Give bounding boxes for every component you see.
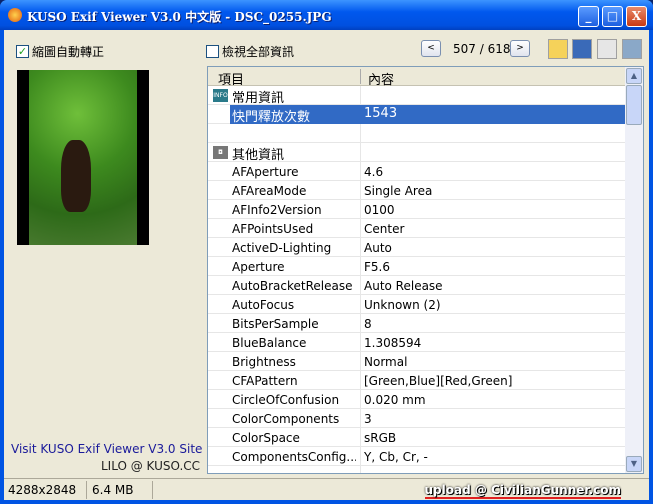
app-icon <box>8 8 22 22</box>
table-row[interactable]: CFAPattern [Green,Blue][Red,Green] <box>208 371 626 390</box>
row-key: ColorComponents <box>232 412 340 426</box>
table-row[interactable]: AutoFocus Unknown (2) <box>208 295 626 314</box>
search-icon[interactable] <box>597 39 617 59</box>
row-value: Auto <box>364 241 392 255</box>
scroll-up-button[interactable]: ▲ <box>626 68 642 84</box>
row-key: Brightness <box>232 355 296 369</box>
row-value: 3 <box>364 412 372 426</box>
close-button[interactable]: X <box>626 6 647 27</box>
watermark: upload @ CivilianGunner.com <box>424 483 621 499</box>
prev-button[interactable]: < <box>421 40 441 57</box>
row-value: 8 <box>364 317 372 331</box>
table-row[interactable]: AFAreaMode Single Area <box>208 181 626 200</box>
row-key: BlueBalance <box>232 336 307 350</box>
table-row[interactable]: BitsPerSample 8 <box>208 314 626 333</box>
site-link[interactable]: Visit KUSO Exif Viewer V3.0 Site <box>11 442 202 456</box>
auto-rotate-label: 縮圖自動轉正 <box>32 45 105 59</box>
row-key: CFAPattern <box>232 374 298 388</box>
row-value: [Green,Blue][Red,Green] <box>364 374 513 388</box>
file-size: 6.4 MB <box>92 483 134 497</box>
maximize-button[interactable]: □ <box>602 6 623 27</box>
table-row-blank <box>208 124 626 143</box>
group-row-common[interactable]: INFO 常用資訊 <box>208 86 626 106</box>
row-value: Auto Release <box>364 279 443 293</box>
row-key: AFPointsUsed <box>232 222 314 236</box>
row-value: Center <box>364 222 405 236</box>
auto-rotate-checkbox[interactable]: ✓ 縮圖自動轉正 <box>16 43 104 60</box>
title-bar[interactable]: KUSO Exif Viewer V3.0 中文版 - DSC_0255.JPG… <box>0 0 653 30</box>
table-row-partial <box>208 466 626 473</box>
scroll-down-button[interactable]: ▼ <box>626 456 642 472</box>
row-key: ActiveD-Lighting <box>232 241 332 255</box>
table-row[interactable]: ColorSpace sRGB <box>208 428 626 447</box>
row-value: 4.6 <box>364 165 384 179</box>
row-key: Aperture <box>232 260 285 274</box>
group-row-other[interactable]: ◘ 其他資訊 <box>208 143 626 163</box>
row-value: Normal <box>364 355 408 369</box>
row-key: AFInfo2Version <box>232 203 322 217</box>
table-row[interactable]: BlueBalance 1.308594 <box>208 333 626 352</box>
table-row-selected[interactable]: 快門釋放次數 1543 <box>208 105 626 125</box>
show-all-label: 檢視全部資訊 <box>222 45 295 59</box>
save-icon[interactable] <box>572 39 592 59</box>
scroll-thumb[interactable] <box>626 85 642 125</box>
table-row[interactable]: AFAperture 4.6 <box>208 162 626 181</box>
table-row[interactable]: Aperture F5.6 <box>208 257 626 276</box>
row-value: Unknown (2) <box>364 298 441 312</box>
table-row[interactable]: ComponentsConfig... Y, Cb, Cr, - <box>208 447 626 466</box>
row-value: sRGB <box>364 431 397 445</box>
row-key: CircleOfConfusion <box>232 393 340 407</box>
app-window: KUSO Exif Viewer V3.0 中文版 - DSC_0255.JPG… <box>0 0 653 504</box>
info-icon: INFO <box>213 89 228 102</box>
table-row[interactable]: AFInfo2Version 0100 <box>208 200 626 219</box>
row-key: AFAperture <box>232 165 299 179</box>
table-row[interactable]: CircleOfConfusion 0.020 mm <box>208 390 626 409</box>
next-button[interactable]: > <box>510 40 530 57</box>
credit-text: LILO @ KUSO.CC <box>101 459 201 473</box>
row-value: 1.308594 <box>364 336 422 350</box>
row-value: Single Area <box>364 184 433 198</box>
row-value: 0100 <box>364 203 395 217</box>
show-all-checkbox[interactable]: 檢視全部資訊 <box>206 43 294 60</box>
window-title: KUSO Exif Viewer V3.0 中文版 - DSC_0255.JPG <box>27 10 332 24</box>
table-row[interactable]: ColorComponents 3 <box>208 409 626 428</box>
vertical-scrollbar[interactable]: ▲ ▼ <box>625 67 643 473</box>
row-value: F5.6 <box>364 260 390 274</box>
row-key: AutoFocus <box>232 298 295 312</box>
row-key: AutoBracketRelease <box>232 279 353 293</box>
row-key: BitsPerSample <box>232 317 319 331</box>
checkbox-unchecked-icon <box>206 45 219 58</box>
table-header: 項目 內容 <box>208 67 626 88</box>
table-row[interactable]: Brightness Normal <box>208 352 626 371</box>
row-key: AFAreaMode <box>232 184 307 198</box>
thumbnail-image <box>17 70 149 245</box>
minimize-button[interactable]: _ <box>578 6 599 27</box>
image-dimensions: 4288x2848 <box>8 483 77 497</box>
table-row[interactable]: AFPointsUsed Center <box>208 219 626 238</box>
client-area: ✓ 縮圖自動轉正 Visit KUSO Exif Viewer V3.0 Sit… <box>4 30 649 500</box>
row-key: ColorSpace <box>232 431 300 445</box>
settings-icon[interactable] <box>622 39 642 59</box>
row-value: 0.020 mm <box>364 393 426 407</box>
page-counter: 507 / 618 <box>453 42 511 56</box>
status-bar: 4288x2848 6.4 MB upload @ CivilianGunner… <box>4 478 649 500</box>
row-value: Y, Cb, Cr, - <box>364 450 428 464</box>
table-row[interactable]: AutoBracketRelease Auto Release <box>208 276 626 295</box>
open-folder-icon[interactable] <box>548 39 568 59</box>
table-row[interactable]: ActiveD-Lighting Auto <box>208 238 626 257</box>
camera-icon: ◘ <box>213 146 228 159</box>
checkbox-checked-icon: ✓ <box>16 45 29 58</box>
exif-table: 項目 內容 INFO 常用資訊 快門釋放次數 1543 ◘ 其他資訊 AFApe… <box>207 66 644 474</box>
row-key: ComponentsConfig... <box>232 450 356 464</box>
